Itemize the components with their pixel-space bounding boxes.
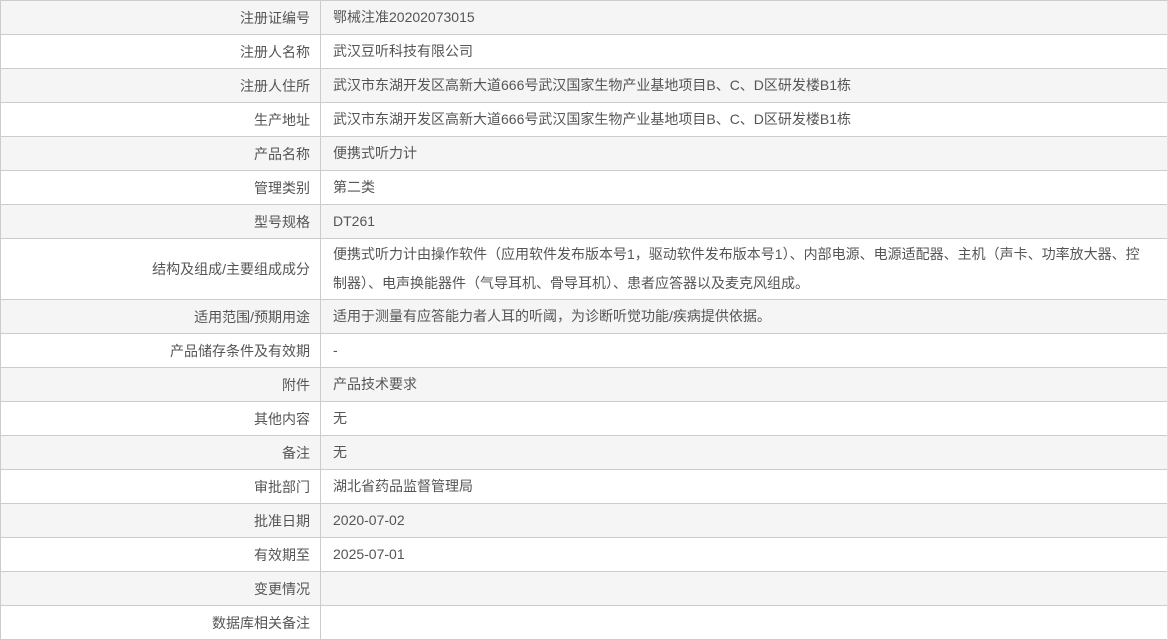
registration-detail-table: 注册证编号 鄂械注准20202073015 注册人名称 武汉豆听科技有限公司 注… [0,0,1168,640]
table-row: 产品储存条件及有效期 - [1,334,1167,368]
row-value: 2020-07-02 [333,512,405,528]
table-row: 产品名称 便携式听力计 [1,137,1167,171]
table-row: 批准日期 2020-07-02 [1,504,1167,538]
row-label: 审批部门 [1,470,321,503]
row-value: 第二类 [333,179,375,195]
table-row: 注册人名称 武汉豆听科技有限公司 [1,35,1167,69]
row-label: 注册人名称 [1,35,321,68]
row-value: DT261 [333,213,376,229]
row-label: 结构及组成/主要组成成分 [1,239,321,299]
row-value: 武汉市东湖开发区高新大道666号武汉国家生物产业基地项目B、C、D区研发楼B1栋 [333,111,852,127]
table-row: 型号规格 DT261 [1,205,1167,239]
row-value: 无 [333,410,347,426]
row-label: 备注 [1,436,321,469]
table-row: 结构及组成/主要组成成分 便携式听力计由操作软件（应用软件发布版本号1，驱动软件… [1,239,1167,300]
row-value: 无 [333,444,347,460]
row-label: 管理类别 [1,171,321,204]
table-row: 适用范围/预期用途 适用于测量有应答能力者人耳的听阈，为诊断听觉功能/疾病提供依… [1,300,1167,334]
table-row: 注册证编号 鄂械注准20202073015 [1,1,1167,35]
row-label: 注册人住所 [1,69,321,102]
row-label: 适用范围/预期用途 [1,300,321,333]
table-row: 有效期至 2025-07-01 [1,538,1167,572]
table-row: 备注 无 [1,436,1167,470]
row-label: 有效期至 [1,538,321,571]
row-value: 武汉豆听科技有限公司 [333,43,473,59]
row-value: 适用于测量有应答能力者人耳的听阈，为诊断听觉功能/疾病提供依据。 [333,308,771,324]
table-row: 注册人住所 武汉市东湖开发区高新大道666号武汉国家生物产业基地项目B、C、D区… [1,69,1167,103]
table-row: 其他内容 无 [1,402,1167,436]
row-value: 2025-07-01 [333,546,405,562]
row-label: 生产地址 [1,103,321,136]
table-row: 生产地址 武汉市东湖开发区高新大道666号武汉国家生物产业基地项目B、C、D区研… [1,103,1167,137]
row-value: 便携式听力计 [333,145,417,161]
row-value: 湖北省药品监督管理局 [333,478,473,494]
row-value [321,572,1167,605]
row-label: 其他内容 [1,402,321,435]
row-value: - [333,342,338,358]
row-label: 批准日期 [1,504,321,537]
row-label: 注册证编号 [1,1,321,34]
row-value [321,606,1167,639]
row-label: 数据库相关备注 [1,606,321,639]
row-value: 武汉市东湖开发区高新大道666号武汉国家生物产业基地项目B、C、D区研发楼B1栋 [333,77,852,93]
row-value: 鄂械注准20202073015 [333,9,475,25]
table-row: 变更情况 [1,572,1167,606]
row-label: 产品名称 [1,137,321,170]
row-label: 变更情况 [1,572,321,605]
row-label: 附件 [1,368,321,401]
row-label: 型号规格 [1,205,321,238]
table-row: 审批部门 湖北省药品监督管理局 [1,470,1167,504]
table-row: 附件 产品技术要求 [1,368,1167,402]
row-label: 产品储存条件及有效期 [1,334,321,367]
table-row: 管理类别 第二类 [1,171,1167,205]
row-value: 便携式听力计由操作软件（应用软件发布版本号1，驱动软件发布版本号1）、内部电源、… [333,246,1140,291]
table-row: 数据库相关备注 [1,606,1167,640]
row-value: 产品技术要求 [333,376,417,392]
